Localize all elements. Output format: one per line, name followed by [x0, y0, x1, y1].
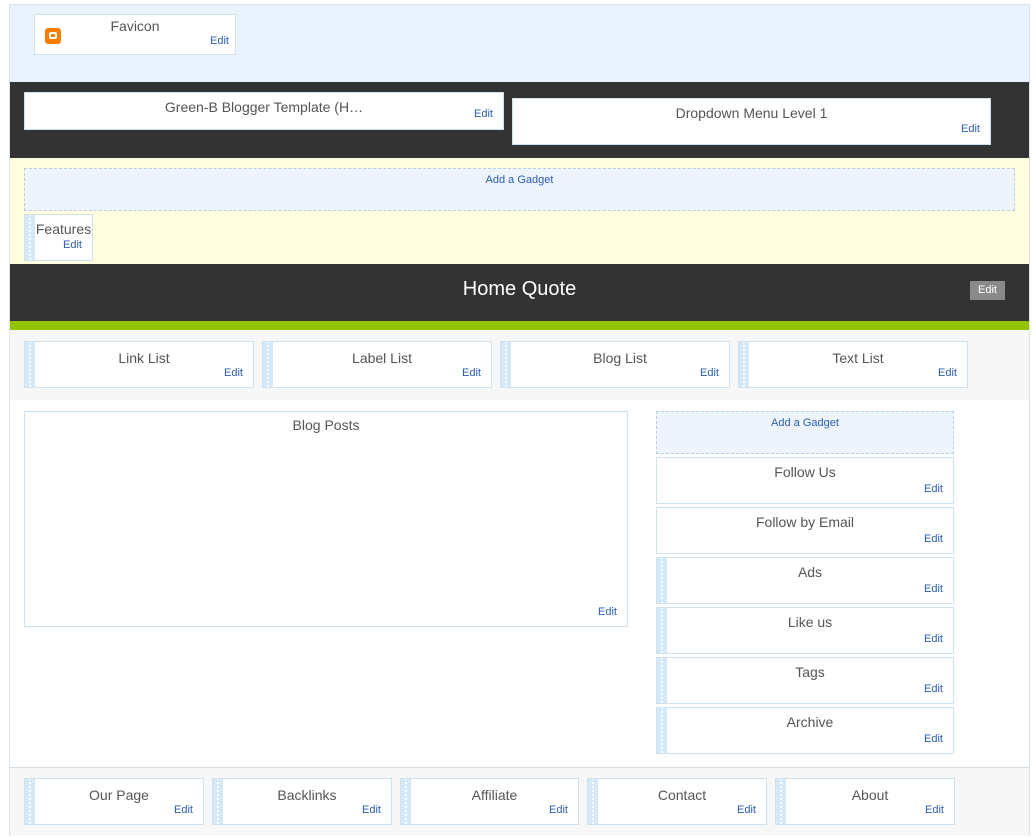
edit-link[interactable]: Edit	[924, 583, 943, 595]
edit-link[interactable]: Edit	[700, 367, 719, 379]
our-page-widget[interactable]: Our Page Edit	[24, 778, 204, 825]
edit-link[interactable]: Edit	[924, 483, 943, 495]
widget-title: Features	[35, 221, 92, 237]
label-list-widget[interactable]: Label List Edit	[262, 341, 492, 388]
features-widget[interactable]: Features Edit	[24, 214, 93, 261]
widget-title: Blog List	[593, 350, 647, 366]
widget-title: Tags	[795, 664, 825, 680]
link-list-widget[interactable]: Link List Edit	[24, 341, 254, 388]
backlinks-widget[interactable]: Backlinks Edit	[212, 778, 392, 825]
widget-title: Follow Us	[774, 464, 836, 480]
features-add-gadget[interactable]: Add a Gadget	[24, 168, 1015, 211]
affiliate-widget[interactable]: Affiliate Edit	[400, 778, 579, 825]
widget-title: About	[851, 787, 889, 803]
home-quote-edit-button[interactable]: Edit	[970, 281, 1005, 300]
widget-title: Like us	[787, 614, 833, 630]
tags-widget[interactable]: Tags Edit	[656, 657, 954, 704]
widget-title: Affiliate	[471, 787, 518, 803]
like-us-widget[interactable]: Like us Edit	[656, 607, 954, 654]
widget-title: Dropdown Menu Level 1	[675, 105, 828, 121]
edit-link[interactable]: Edit	[925, 804, 944, 816]
widget-title: Green-B Blogger Template (H…	[164, 99, 364, 115]
blog-list-widget[interactable]: Blog List Edit	[500, 341, 730, 388]
widget-title: Archive	[786, 714, 834, 730]
widget-title: Backlinks	[277, 787, 337, 803]
contact-widget[interactable]: Contact Edit	[587, 778, 767, 825]
edit-link[interactable]: Edit	[924, 633, 943, 645]
edit-link[interactable]: Edit	[924, 533, 943, 545]
follow-by-email-widget[interactable]: Follow by Email Edit	[656, 507, 954, 554]
ads-widget[interactable]: Ads Edit	[656, 557, 954, 604]
edit-link[interactable]: Edit	[938, 367, 957, 379]
edit-link[interactable]: Edit	[737, 804, 756, 816]
edit-link[interactable]: Edit	[474, 108, 493, 120]
edit-link[interactable]: Edit	[210, 35, 229, 47]
template-title-widget[interactable]: Green-B Blogger Template (H… Edit	[24, 92, 504, 130]
widget-title: Our Page	[89, 787, 149, 803]
edit-link[interactable]: Edit	[961, 123, 980, 135]
dropdown-menu-widget[interactable]: Dropdown Menu Level 1 Edit	[512, 98, 991, 145]
edit-link[interactable]: Edit	[63, 239, 82, 251]
edit-link[interactable]: Edit	[549, 804, 568, 816]
accent-divider	[10, 321, 1029, 330]
text-list-widget[interactable]: Text List Edit	[738, 341, 968, 388]
widget-title: Contact	[657, 787, 707, 803]
edit-link[interactable]: Edit	[462, 367, 481, 379]
widget-title: Favicon	[110, 18, 160, 34]
widget-title: Label List	[352, 350, 412, 366]
follow-us-widget[interactable]: Follow Us Edit	[656, 457, 954, 504]
edit-link[interactable]: Edit	[224, 367, 243, 379]
edit-link[interactable]: Edit	[174, 804, 193, 816]
edit-link[interactable]: Edit	[598, 606, 617, 618]
sidebar-add-gadget[interactable]: Add a Gadget	[656, 411, 954, 454]
widget-title: Follow by Email	[755, 514, 855, 530]
favicon-widget[interactable]: Favicon Edit	[34, 14, 236, 55]
widget-title: Link List	[118, 350, 170, 366]
about-widget[interactable]: About Edit	[775, 778, 955, 825]
widget-title: Blog Posts	[292, 417, 360, 433]
archive-widget[interactable]: Archive Edit	[656, 707, 954, 754]
blog-posts-widget[interactable]: Blog Posts Edit	[24, 411, 628, 627]
edit-link[interactable]: Edit	[924, 683, 943, 695]
widget-title: Ads	[797, 564, 823, 580]
widget-title: Text List	[832, 350, 884, 366]
edit-link[interactable]: Edit	[362, 804, 381, 816]
home-quote-title: Home Quote	[462, 278, 577, 300]
edit-link[interactable]: Edit	[924, 733, 943, 745]
